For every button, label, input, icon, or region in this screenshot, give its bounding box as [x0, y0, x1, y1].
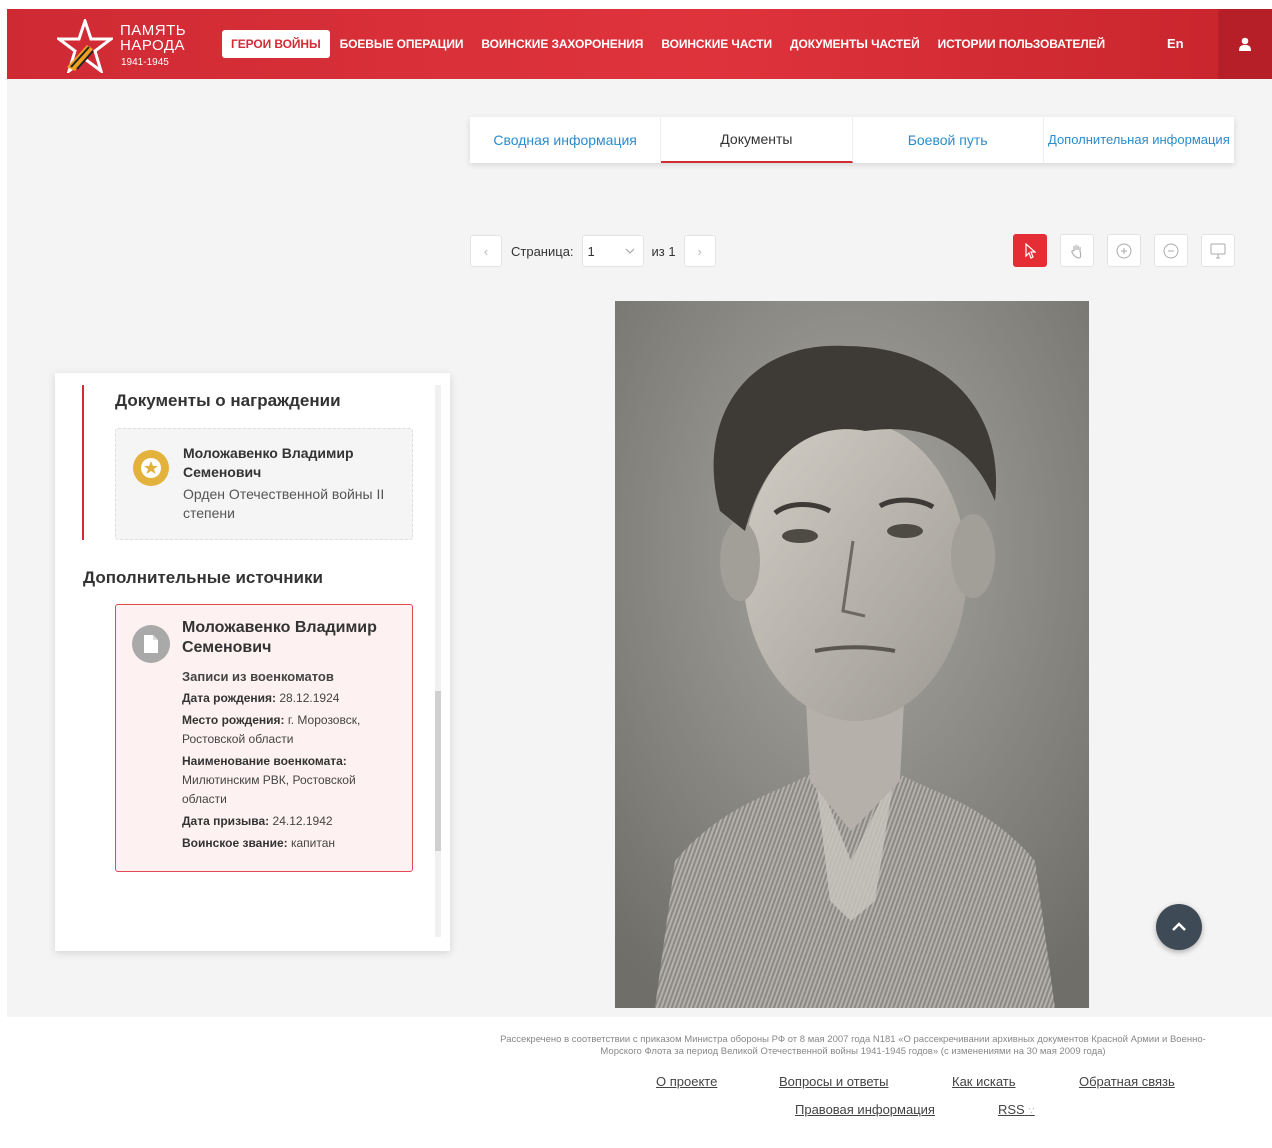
award-title: Орден Отечественной войны II степени: [183, 486, 385, 521]
footer-link-about[interactable]: О проекте: [656, 1074, 717, 1089]
zoom-out-button[interactable]: [1154, 234, 1188, 267]
birth-place-label: Место рождения:: [182, 713, 285, 727]
page-select[interactable]: 1: [581, 235, 644, 267]
page-select-value: 1: [587, 243, 595, 259]
user-account-button[interactable]: [1218, 9, 1272, 79]
hand-icon: [1071, 244, 1082, 259]
panel-scrollbar-track[interactable]: [435, 385, 441, 937]
rank-value: капитан: [290, 836, 336, 850]
nav-item-units[interactable]: ВОИНСКИЕ ЧАСТИ: [652, 30, 781, 58]
nav-item-user-stories[interactable]: ИСТОРИИ ПОЛЬЗОВАТЕЛЕЙ: [929, 30, 1114, 58]
hero-tabs: Сводная информация Документы Боевой путь…: [470, 117, 1234, 163]
birth-date-value: 28.12.1924: [279, 691, 340, 705]
office-value: Милютинским РВК, Ростовской области: [182, 773, 356, 806]
birth-date-row: Дата рождения: 28.12.1924: [182, 689, 402, 708]
chevron-down-icon: [625, 248, 634, 254]
rank-row: Воинское звание: капитан: [182, 834, 402, 853]
prev-page-button[interactable]: ‹: [470, 235, 502, 267]
logo-line2: НАРОДА: [120, 37, 186, 54]
nav-item-operations[interactable]: БОЕВЫЕ ОПЕРАЦИИ: [331, 30, 473, 58]
nav-item-heroes[interactable]: ГЕРОИ ВОЙНЫ: [222, 30, 330, 58]
document-image[interactable]: [615, 301, 1089, 1008]
footer-link-rss[interactable]: RSS ∵: [998, 1102, 1035, 1117]
pointer-icon: [1025, 242, 1037, 259]
page-navigator: ‹ Страница: 1 из 1 ›: [470, 235, 716, 267]
page-label: Страница:: [511, 243, 574, 259]
document-icon: [132, 625, 170, 663]
source-card[interactable]: Моложавенко Владимир Семенович Записи из…: [115, 604, 413, 872]
awards-section-title: Документы о награждении: [115, 391, 341, 410]
draft-date-value: 24.12.1942: [272, 814, 333, 828]
source-type: Записи из военкоматов: [182, 669, 334, 684]
tab-documents[interactable]: Документы: [661, 117, 853, 163]
draft-date-label: Дата призыва:: [182, 814, 270, 828]
logo-years: 1941-1945: [121, 57, 169, 68]
award-card[interactable]: Моложавенко Владимир Семенович Орден Оте…: [115, 428, 413, 540]
section-marker: [82, 385, 84, 540]
logo-star-icon: [57, 19, 113, 73]
draft-date-row: Дата призыва: 24.12.1942: [182, 812, 402, 831]
rss-label: RSS: [998, 1102, 1025, 1117]
viewer-toolbar: [1013, 234, 1235, 267]
birth-place-row: Место рождения: г. Морозовск, Ростовской…: [182, 711, 402, 749]
zoom-in-icon: [1116, 243, 1132, 258]
tab-additional-info[interactable]: Дополнительная информация: [1044, 117, 1234, 163]
hand-tool-button[interactable]: [1060, 234, 1094, 267]
office-label: Наименование военкомата:: [182, 754, 347, 768]
sources-section-title: Дополнительные источники: [83, 568, 323, 587]
footer-link-legal[interactable]: Правовая информация: [795, 1102, 935, 1117]
zoom-in-button[interactable]: [1107, 234, 1141, 267]
rss-icon: ∵: [1028, 1106, 1035, 1117]
rank-label: Воинское звание:: [182, 836, 288, 850]
tab-combat-path[interactable]: Боевой путь: [853, 117, 1044, 163]
tab-summary[interactable]: Сводная информация: [470, 117, 662, 163]
top-navigation-bar: ПАМЯТЬ НАРОДА 1941-1945 ГЕРОИ ВОЙНЫ БОЕВ…: [7, 9, 1272, 79]
birth-date-label: Дата рождения:: [182, 691, 277, 705]
zoom-out-icon: [1163, 243, 1179, 258]
source-details: Записи из военкоматов Дата рождения: 28.…: [182, 667, 402, 856]
medal-icon: [133, 450, 169, 486]
footer-link-faq[interactable]: Вопросы и ответы: [779, 1074, 888, 1089]
nav-item-unit-documents[interactable]: ДОКУМЕНТЫ ЧАСТЕЙ: [781, 30, 929, 58]
chevron-up-icon: [1172, 922, 1186, 931]
chevron-right-icon: ›: [697, 243, 702, 259]
source-person-name: Моложавенко Владимир Семенович: [182, 619, 377, 656]
logo-line1: ПАМЯТЬ: [120, 22, 187, 39]
user-icon: [1239, 37, 1251, 51]
next-page-button[interactable]: ›: [683, 235, 716, 267]
footer-link-feedback[interactable]: Обратная связь: [1079, 1074, 1175, 1089]
monitor-icon: [1210, 243, 1226, 258]
documents-panel: Документы о награждении Моложавенко Влад…: [55, 373, 450, 951]
chevron-left-icon: ‹: [483, 243, 489, 259]
logo-text: ПАМЯТЬ НАРОДА: [120, 23, 186, 53]
language-switch[interactable]: En: [1167, 36, 1184, 51]
office-row: Наименование военкомата: Милютинским РВК,…: [182, 752, 402, 809]
award-person-name: Моложавенко Владимир Семенович: [183, 445, 354, 480]
panel-scrollbar-thumb[interactable]: [435, 691, 441, 851]
main-nav: ГЕРОИ ВОЙНЫ БОЕВЫЕ ОПЕРАЦИИ ВОИНСКИЕ ЗАХ…: [222, 30, 1114, 58]
scroll-to-top-button[interactable]: [1156, 904, 1202, 950]
footer-link-how-to-search[interactable]: Как искать: [952, 1074, 1016, 1089]
cursor-tool-button[interactable]: [1013, 234, 1047, 267]
fullscreen-button[interactable]: [1201, 234, 1235, 267]
page-total: из 1: [651, 243, 676, 259]
portrait-photo: [615, 301, 1089, 1008]
declassification-note: Рассекречено в соответствии с приказом М…: [500, 1034, 1206, 1057]
site-logo[interactable]: ПАМЯТЬ НАРОДА 1941-1945: [57, 19, 197, 73]
nav-item-burials[interactable]: ВОИНСКИЕ ЗАХОРОНЕНИЯ: [472, 30, 652, 58]
